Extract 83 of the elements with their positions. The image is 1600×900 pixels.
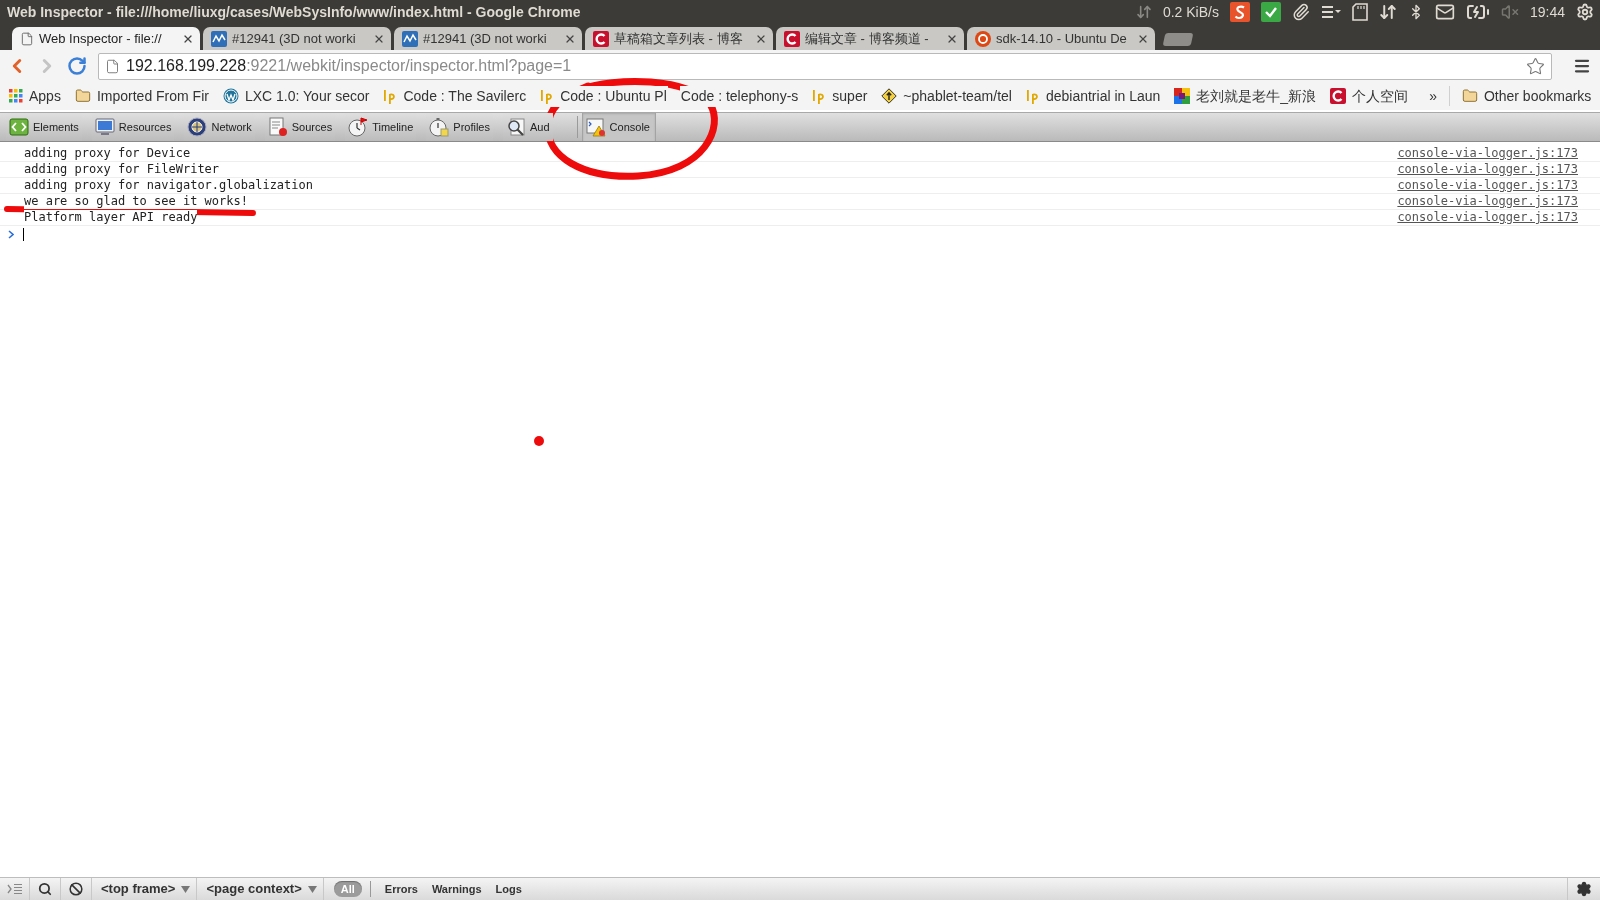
browser-tab[interactable]: Web Inspector - file:// (12, 27, 200, 50)
star-icon[interactable] (1526, 56, 1545, 76)
settings-button[interactable] (1575, 880, 1593, 898)
terminal-warning-icon (585, 117, 606, 137)
search-icon (38, 882, 52, 896)
filter-button[interactable]: Errors (384, 881, 418, 897)
window-title: Web Inspector - file:///home/liuxg/cases/WebSysInfo/www/index.html - Google Chrome (7, 2, 581, 22)
document-bug-icon (267, 117, 288, 137)
bookmarks-overflow-button[interactable]: » (1429, 85, 1437, 107)
sd-card-icon[interactable] (1351, 3, 1368, 21)
code-tag-icon (9, 117, 29, 137)
c-logo-icon (593, 30, 609, 47)
s-app-icon[interactable] (1229, 2, 1250, 22)
stopwatch-icon (429, 117, 450, 137)
source-link[interactable]: console-via-logger.js:173 (1397, 210, 1578, 225)
folder-icon (74, 88, 91, 104)
console-message: adding proxy for FileWriter (24, 162, 220, 177)
console-message: we are so glad to see it works! (24, 194, 248, 209)
paperclip-icon[interactable] (1291, 3, 1310, 21)
prompt-chevron-icon (8, 230, 14, 239)
settings-icon (1576, 881, 1592, 897)
bookmark-item[interactable]: ~phablet-team/tel (880, 85, 1013, 107)
source-link[interactable]: console-via-logger.js:173 (1397, 178, 1578, 193)
ring-logo-icon (975, 30, 991, 47)
new-tab-button[interactable] (1162, 33, 1194, 46)
console-message: adding proxy for navigator.globalization (24, 178, 313, 193)
indent-list-icon (6, 883, 23, 895)
lp-logo-icon (383, 88, 398, 104)
monitor-icon (94, 117, 115, 137)
up-down-arrows-icon[interactable] (1378, 3, 1397, 21)
filter-button[interactable]: Warnings (431, 881, 482, 897)
bookmark-item[interactable]: LXC 1.0: Your secor (221, 85, 371, 107)
context-select[interactable]: <top frame> (92, 878, 198, 900)
context-select[interactable]: <page context> (197, 878, 324, 900)
document-icon (20, 31, 34, 46)
reload-icon (67, 56, 87, 76)
lp-logo-icon (812, 88, 827, 104)
annotation-dot (534, 436, 544, 446)
caret-icon (181, 885, 191, 893)
clock[interactable]: 19:44 (1529, 1, 1565, 23)
c-logo-icon (1330, 88, 1347, 104)
source-link[interactable]: console-via-logger.js:173 (1397, 194, 1578, 209)
bookmark-item[interactable]: Code : telephony-s (679, 85, 800, 107)
source-link[interactable]: console-via-logger.js:173 (1397, 162, 1578, 177)
stopwatch-flag-icon (348, 117, 369, 137)
mail-icon[interactable] (1434, 2, 1455, 22)
mosaic-icon (1174, 88, 1191, 104)
console-message: adding proxy for Device (24, 146, 191, 161)
address-field[interactable]: 192.168.199.228:9221/webkit/inspector/inspector.html?page=1 (98, 52, 1552, 80)
console-message: Platform layer API ready (24, 210, 198, 225)
clear-icon (69, 882, 83, 896)
browser-tab[interactable]: #12941 (3D not worki (203, 27, 391, 50)
source-link[interactable]: console-via-logger.js:173 (1397, 146, 1578, 161)
globe-icon (187, 117, 208, 137)
browser-tab[interactable]: 编辑文章 - 博客频道 - (776, 27, 964, 50)
filter-button[interactable]: Logs (495, 881, 522, 897)
transfer-arrows-icon[interactable] (1135, 4, 1152, 20)
network-speed: 0.2 KiB/s (1162, 2, 1219, 22)
browser-tab[interactable]: 草稿箱文章列表 - 博客 (585, 27, 773, 50)
document-icon (105, 58, 120, 74)
other-bookmarks-item[interactable]: Other bookmarks (1461, 85, 1592, 107)
check-app-icon[interactable] (1260, 2, 1281, 22)
browser-tab[interactable]: sdk-14.10 - Ubuntu De (967, 27, 1155, 50)
diamond-sign-icon (881, 88, 898, 104)
browser-tab[interactable]: #12941 (3D not worki (394, 27, 582, 50)
bookmark-item[interactable]: Code : Ubuntu Pl (539, 85, 668, 107)
chart-icon (402, 30, 418, 47)
list-menu-icon[interactable] (1320, 4, 1341, 20)
speaker-muted-icon[interactable] (1500, 3, 1519, 21)
menu-icon (1573, 57, 1591, 75)
folder-icon (1461, 88, 1478, 104)
devtools-tab[interactable]: Console (581, 113, 656, 141)
bookmark-item[interactable]: 个人空间 (1329, 85, 1410, 107)
w-logo-icon (222, 88, 239, 104)
bookmark-item[interactable]: 老刘就是老牛_新浪 (1173, 85, 1318, 107)
chart-icon (211, 30, 227, 47)
c-logo-icon (784, 30, 800, 47)
magnifier-icon (506, 117, 526, 137)
caret-icon (307, 885, 317, 893)
apps-grid-icon (9, 89, 23, 103)
lp-logo-icon (1025, 88, 1040, 104)
lp-logo-icon (540, 88, 555, 104)
gear-icon[interactable] (1576, 3, 1594, 21)
